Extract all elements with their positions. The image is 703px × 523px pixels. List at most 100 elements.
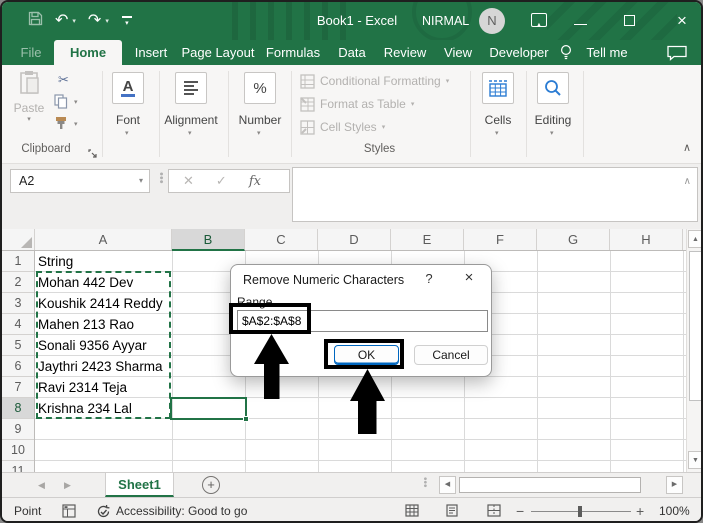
number-group-icon[interactable]: % [244,72,276,104]
dialog-close-icon[interactable]: × [459,269,479,286]
active-cell-b8[interactable] [170,397,247,420]
tab-home[interactable]: Home [54,40,122,65]
tab-formulas[interactable]: Formulas [260,40,326,65]
macro-record-icon[interactable] [62,504,76,523]
insert-function-icon[interactable]: fx [249,174,261,189]
column-header-a[interactable]: A [35,229,172,250]
ribbon-display-options-icon[interactable]: ▲ [531,13,547,27]
cells-group-icon[interactable] [482,72,514,104]
row-header-4[interactable]: 4 [2,314,34,335]
tab-review[interactable]: Review [378,40,432,65]
zoom-out-icon[interactable]: − [516,498,524,523]
tab-file[interactable]: File [10,40,52,65]
cells-dropdown-icon[interactable]: ▾ [495,129,499,137]
font-group-icon[interactable]: A [112,72,144,104]
maximize-button[interactable] [624,15,635,26]
copy-dropdown-icon[interactable]: ▾ [74,98,78,106]
cell-styles-button[interactable]: Cell Styles▾ [300,119,385,135]
tab-insert[interactable]: Insert [126,40,176,65]
cancel-button[interactable]: Cancel [414,345,488,365]
close-button[interactable]: × [670,8,694,34]
tab-view[interactable]: View [436,40,480,65]
clipboard-dialog-launcher-icon[interactable] [88,145,97,163]
vertical-scrollbar[interactable]: ▲ ▼ [686,229,703,472]
user-name[interactable]: NIRMAL [422,2,469,40]
vertical-scrollbar-thumb[interactable] [689,251,702,401]
scroll-up-icon[interactable]: ▲ [688,230,703,248]
dialog-help-icon[interactable]: ? [421,271,437,286]
copy-icon[interactable] [54,94,68,112]
undo-dropdown-icon[interactable]: ▾ [72,17,76,25]
row-header-8[interactable]: 8 [2,398,34,419]
collapse-ribbon-icon[interactable]: ∧ [683,141,691,154]
tab-tell-me[interactable]: Tell me [580,40,634,65]
row-header-7[interactable]: 7 [2,377,34,398]
format-painter-dropdown-icon[interactable]: ▾ [74,120,78,128]
scrollbar-resize-dots[interactable]: ••• [422,477,427,488]
fill-handle[interactable] [243,416,249,422]
page-layout-view-icon[interactable] [445,504,459,522]
tab-page-layout[interactable]: Page Layout [180,40,256,65]
row-header-10[interactable]: 10 [2,440,34,461]
row-header-2[interactable]: 2 [2,272,34,293]
cell-a1[interactable]: String [38,251,73,272]
font-dropdown-icon[interactable]: ▾ [125,129,129,137]
new-sheet-button[interactable]: + [202,476,220,494]
name-box-dropdown-icon[interactable]: ▾ [139,170,143,192]
paste-button[interactable]: Paste ▾ [10,70,48,123]
page-break-preview-icon[interactable] [487,504,501,522]
zoom-slider-handle[interactable] [578,506,582,517]
row-header-6[interactable]: 6 [2,356,34,377]
accessibility-icon[interactable] [96,504,111,523]
name-box[interactable]: A2 ▾ [10,169,150,193]
alignment-group-icon[interactable] [175,72,207,104]
cut-icon[interactable]: ✂ [58,72,69,88]
row-header-3[interactable]: 3 [2,293,34,314]
column-header-d[interactable]: D [318,229,391,250]
collapse-formula-bar-icon[interactable]: ∧ [684,176,691,187]
row-header-9[interactable]: 9 [2,419,34,440]
scroll-down-icon[interactable]: ▼ [688,451,703,469]
cancel-entry-icon[interactable]: ✕ [183,173,194,189]
row-headers: 1 2 3 4 5 6 7 8 9 10 11 [2,251,35,472]
select-all-button[interactable] [2,229,35,250]
tab-data[interactable]: Data [330,40,374,65]
avatar[interactable]: N [479,8,505,34]
horizontal-scrollbar-thumb[interactable] [459,477,641,493]
row-header-1[interactable]: 1 [2,251,34,272]
sheet-nav-right-icon[interactable]: ▶ [64,473,71,497]
redo-icon[interactable]: ↷ [88,13,101,29]
column-header-h[interactable]: H [610,229,683,250]
tab-developer[interactable]: Developer [484,40,554,65]
editing-group-icon[interactable] [537,72,569,104]
minimize-button[interactable] [574,24,587,25]
sheet-nav-left-icon[interactable]: ◀ [38,473,45,497]
customize-qat-icon[interactable]: ▾ [121,16,133,27]
sheet-tab-sheet1[interactable]: Sheet1 [105,473,174,497]
scroll-right-icon[interactable]: ▶ [666,476,683,494]
formula-input[interactable]: ∧ [292,167,698,222]
undo-icon[interactable]: ↶ [55,13,68,29]
save-icon[interactable] [28,11,43,31]
conditional-formatting-button[interactable]: Conditional Formatting▾ [300,73,449,89]
comment-icon[interactable] [666,45,688,66]
format-painter-icon[interactable] [54,116,68,133]
column-header-f[interactable]: F [464,229,537,250]
redo-dropdown-icon[interactable]: ▾ [105,17,109,25]
column-header-b[interactable]: B [172,229,245,251]
format-as-table-button[interactable]: Format as Table▾ [300,96,414,112]
accessibility-status[interactable]: Accessibility: Good to go [116,498,247,523]
row-header-5[interactable]: 5 [2,335,34,356]
column-header-g[interactable]: G [537,229,610,250]
normal-view-icon[interactable] [405,504,419,522]
number-dropdown-icon[interactable]: ▾ [257,129,261,137]
confirm-entry-icon[interactable]: ✓ [216,173,227,189]
zoom-level[interactable]: 100% [659,498,690,523]
column-header-c[interactable]: C [245,229,318,250]
editing-dropdown-icon[interactable]: ▾ [550,129,554,137]
zoom-in-icon[interactable]: + [636,498,644,523]
formula-bar-drag-dots[interactable]: ••• [158,172,164,184]
column-header-e[interactable]: E [391,229,464,250]
scroll-left-icon[interactable]: ◀ [439,476,456,494]
alignment-dropdown-icon[interactable]: ▾ [188,129,192,137]
